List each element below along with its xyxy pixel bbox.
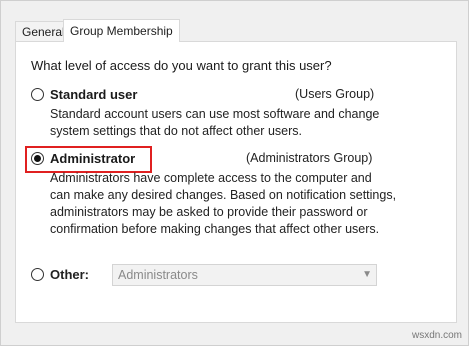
standard-user-description: Standard account users can use most soft… [50, 106, 379, 140]
standard-user-label: Standard user [50, 87, 138, 102]
other-select-value: Administrators [118, 268, 198, 282]
tab-strip: General Group Membership [15, 19, 455, 42]
admin-desc-line: can make any desired changes. Based on n… [50, 188, 397, 202]
standard-user-radio[interactable] [31, 88, 44, 101]
administrators-group-label: (Administrators Group) [246, 151, 373, 165]
user-properties-dialog: General Group Membership What level of a… [0, 0, 469, 346]
standard-desc-line: system settings that do not affect other… [50, 124, 302, 138]
chevron-down-icon: ▼ [362, 269, 372, 280]
administrator-description: Administrators have complete access to t… [50, 170, 396, 238]
watermark: wsxdn.com [411, 330, 462, 341]
other-label: Other: [50, 267, 89, 282]
administrator-option[interactable]: Administrator [31, 151, 135, 166]
standard-user-option[interactable]: Standard user [31, 87, 137, 102]
standard-desc-line: Standard account users can use most soft… [50, 107, 380, 121]
admin-desc-line: confirmation before making changes that … [50, 222, 380, 236]
group-membership-panel: What level of access do you want to gran… [15, 41, 457, 323]
administrator-label: Administrator [50, 151, 136, 166]
users-group-label: (Users Group) [295, 87, 375, 101]
other-radio[interactable] [31, 268, 44, 281]
other-option[interactable]: Other: [31, 267, 89, 282]
tab-group-membership[interactable]: Group Membership [63, 19, 180, 42]
admin-desc-line: Administrators have complete access to t… [50, 171, 372, 185]
administrator-radio[interactable] [31, 152, 44, 165]
access-prompt: What level of access do you want to gran… [31, 58, 332, 73]
admin-desc-line: administrators may be asked to provide t… [50, 205, 368, 219]
other-group-select[interactable]: Administrators ▼ [112, 264, 377, 286]
